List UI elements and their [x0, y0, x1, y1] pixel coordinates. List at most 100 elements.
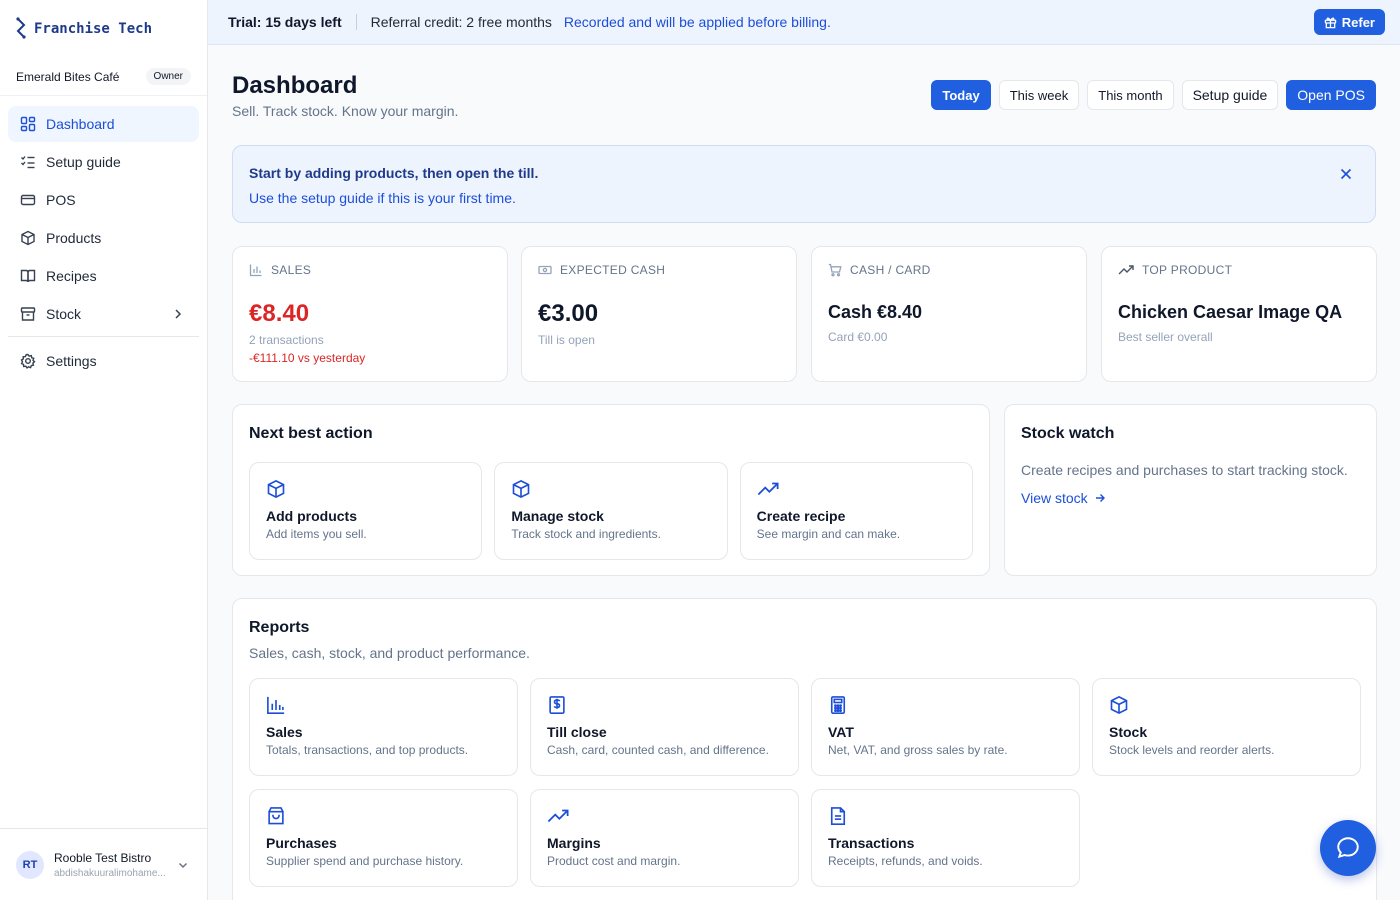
sidebar-item-label: Products [46, 230, 102, 246]
logo-mark-icon [16, 17, 26, 39]
card-title: Purchases [266, 835, 337, 851]
sidebar: Franchise Tech Emerald Bites Café Owner … [0, 0, 208, 900]
org-switcher[interactable]: Emerald Bites Café Owner [0, 58, 207, 96]
reports-subtitle: Sales, cash, stock, and product performa… [249, 645, 530, 661]
top-product-header: TOP PRODUCT [1118, 263, 1360, 277]
onboarding-banner: Start by adding products, then open the … [232, 145, 1376, 223]
stock-watch-title: Stock watch [1021, 425, 1115, 442]
report-purchases-card[interactable]: Purchases Supplier spend and purchase hi… [249, 789, 518, 887]
chevron-down-icon [178, 862, 188, 869]
card-title: Create recipe [756, 508, 846, 524]
avatar: RT [16, 850, 44, 879]
report-till-close-card[interactable]: Till close Cash, card, counted cash, and… [530, 678, 799, 776]
page-title: Dashboard [232, 72, 358, 99]
close-icon[interactable] [1339, 167, 1353, 181]
gear-icon [20, 353, 36, 369]
trending-up-icon [547, 809, 569, 823]
sidebar-item-label: Dashboard [46, 116, 115, 132]
create-recipe-card[interactable]: Create recipe See margin and can make. [739, 462, 973, 560]
card-title: Add products [266, 508, 357, 524]
stock-watch-panel: Stock watch Create recipes and purchases… [1004, 404, 1377, 576]
user-email: abdishakuuralimohame... [54, 867, 166, 879]
cash-card-header: CASH / CARD [828, 263, 1070, 277]
sidebar-item-settings[interactable]: Settings [8, 343, 199, 379]
period-month-button[interactable]: This month [1087, 80, 1174, 110]
role-badge: Owner [145, 68, 191, 85]
onboarding-headline: Start by adding products, then open the … [249, 165, 539, 181]
referral-credit: Referral credit: 2 free months [370, 14, 552, 30]
report-vat-card[interactable]: VAT Net, VAT, and gross sales by rate. [811, 678, 1080, 776]
credit-card-icon [20, 194, 36, 206]
chat-button[interactable] [1320, 820, 1376, 876]
gift-icon [1324, 16, 1337, 28]
sidebar-item-label: Settings [46, 353, 97, 369]
user-menu[interactable]: RT Rooble Test Bistro abdishakuuralimoha… [0, 828, 207, 900]
sidebar-item-setup-guide[interactable]: Setup guide [8, 144, 199, 180]
report-transactions-card[interactable]: Transactions Receipts, refunds, and void… [811, 789, 1080, 887]
card-title: Transactions [828, 835, 915, 851]
cash-value: Cash €8.40 [828, 302, 923, 322]
chevron-right-icon [175, 309, 182, 319]
refer-label: Refer [1341, 14, 1375, 30]
cash-card-card: CASH / CARD Cash €8.40 Card €0.00 [811, 246, 1087, 382]
trending-up-icon [1118, 265, 1134, 275]
refer-button[interactable]: Refer [1313, 9, 1385, 35]
till-status: Till is open [538, 333, 595, 347]
dashboard-icon [20, 116, 36, 132]
referral-note: Recorded and will be applied before bill… [563, 14, 831, 30]
card-description: Track stock and ingredients. [511, 527, 661, 541]
header-actions: Today This week This month Setup guide O… [931, 80, 1376, 110]
sidebar-item-pos[interactable]: POS [8, 182, 199, 218]
setup-guide-link[interactable]: Use the setup guide if this is your firs… [249, 190, 1359, 206]
setup-guide-button[interactable]: Setup guide [1181, 80, 1279, 110]
open-pos-button[interactable]: Open POS [1286, 80, 1376, 110]
card-title: Sales [266, 724, 303, 740]
card-value: Card €0.00 [828, 330, 888, 344]
next-best-action-panel: Next best action Add products Add items … [232, 404, 990, 576]
reports-title: Reports [249, 619, 310, 636]
box-icon [267, 479, 285, 499]
add-products-card[interactable]: Add products Add items you sell. [249, 462, 483, 560]
trial-banner: Trial: 15 days left Referral credit: 2 f… [208, 0, 1400, 45]
card-description: Cash, card, counted cash, and difference… [547, 743, 769, 757]
sales-transactions: 2 transactions [249, 333, 324, 347]
sidebar-item-dashboard[interactable]: Dashboard [8, 106, 199, 142]
report-sales-card[interactable]: Sales Totals, transactions, and top prod… [249, 678, 518, 776]
sidebar-item-recipes[interactable]: Recipes [8, 258, 199, 294]
nav-divider [8, 336, 199, 337]
shopping-bag-icon [268, 807, 284, 825]
user-info: Rooble Test Bistro abdishakuuralimohame.… [54, 851, 166, 879]
cash-card-label: CASH / CARD [850, 263, 931, 277]
period-week-button[interactable]: This week [998, 80, 1080, 110]
card-description: Product cost and margin. [547, 854, 681, 868]
brand-name: Franchise Tech [34, 21, 153, 37]
card-description: Totals, transactions, and top products. [266, 743, 469, 757]
report-cards: Sales Totals, transactions, and top prod… [249, 678, 1361, 887]
top-product-note: Best seller overall [1118, 330, 1213, 344]
expected-cash-header: EXPECTED CASH [538, 263, 780, 277]
view-stock-label: View stock [1021, 490, 1088, 506]
banknote-icon [538, 265, 552, 275]
view-stock-link[interactable]: View stock [1021, 490, 1360, 506]
card-title: Stock [1109, 724, 1148, 740]
sidebar-item-products[interactable]: Products [8, 220, 199, 256]
brand-logo[interactable]: Franchise Tech [0, 0, 207, 58]
document-icon [830, 807, 846, 825]
card-description: Stock levels and reorder alerts. [1109, 743, 1275, 757]
org-name: Emerald Bites Café [16, 69, 120, 84]
report-margins-card[interactable]: Margins Product cost and margin. [530, 789, 799, 887]
report-stock-card[interactable]: Stock Stock levels and reorder alerts. [1092, 678, 1361, 776]
stock-watch-text: Create recipes and purchases to start tr… [1021, 462, 1348, 478]
manage-stock-card[interactable]: Manage stock Track stock and ingredients… [494, 462, 728, 560]
top-product-card: TOP PRODUCT Chicken Caesar Image QA Best… [1101, 246, 1377, 382]
expected-cash-card: EXPECTED CASH €3.00 Till is open [521, 246, 797, 382]
sidebar-item-stock[interactable]: Stock [8, 296, 199, 332]
period-today-button[interactable]: Today [931, 80, 991, 110]
bar-chart-icon [267, 696, 285, 714]
next-action-cards: Add products Add items you sell. Manage … [249, 462, 973, 560]
box-icon [513, 479, 530, 499]
card-description: Supplier spend and purchase history. [266, 854, 464, 868]
sales-card-header: SALES [249, 263, 491, 277]
banner-divider [355, 14, 357, 30]
top-product-name: Chicken Caesar Image QA [1118, 302, 1343, 322]
